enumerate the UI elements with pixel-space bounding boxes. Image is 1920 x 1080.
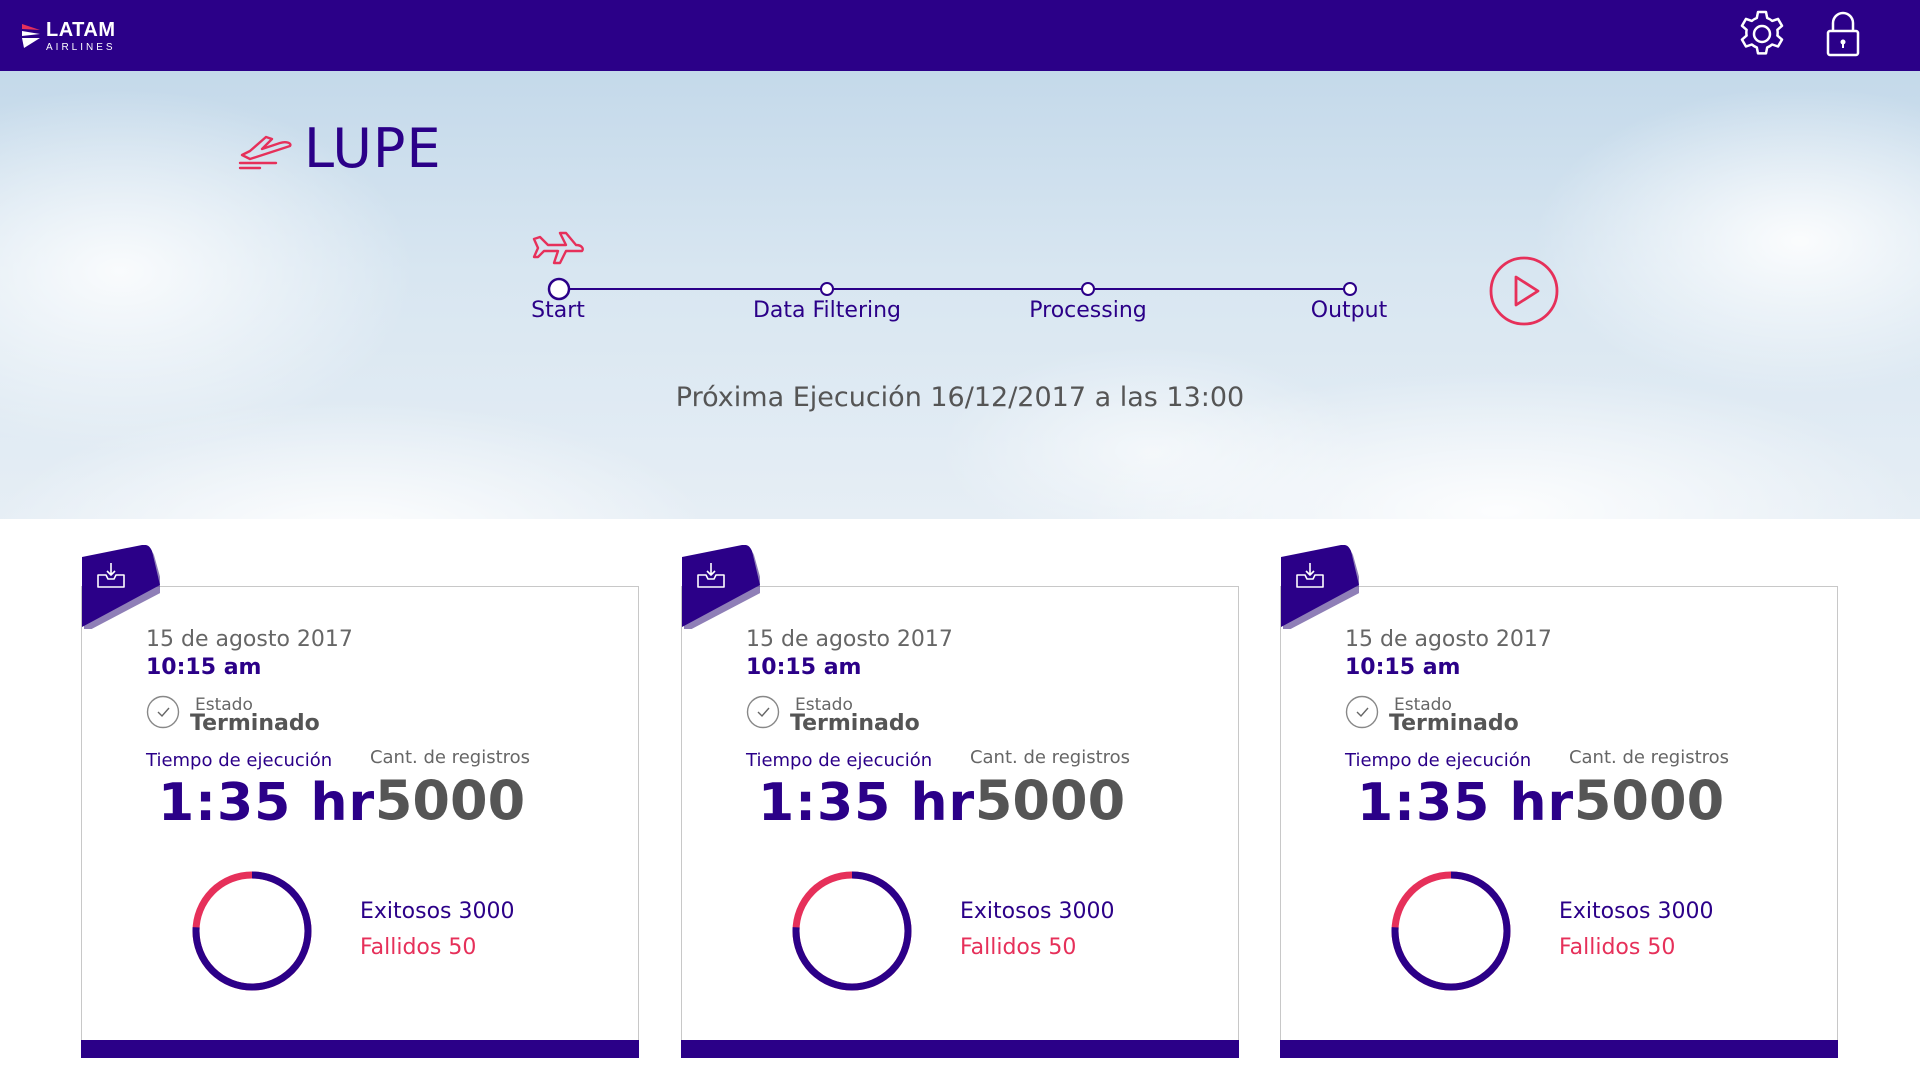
execution-time-label: Tiempo de ejecución: [746, 750, 933, 771]
records-count-value: 5000: [974, 769, 1126, 832]
logo-wordmark: LATAM: [46, 19, 116, 41]
lock-icon: [1826, 11, 1860, 57]
step-processing-label[interactable]: Processing: [1029, 298, 1146, 323]
records-count-label: Cant. de registros: [969, 747, 1131, 768]
execution-time-label: Tiempo de ejecución: [1345, 750, 1532, 771]
download-tab[interactable]: [1279, 545, 1359, 629]
failed-count: Fallidos 50: [1559, 935, 1676, 960]
execution-time-label: Tiempo de ejecución: [146, 750, 333, 771]
results-donut-chart: [1391, 871, 1511, 991]
card-footer-bar: [1280, 1040, 1838, 1058]
check-circle-icon: [146, 695, 180, 729]
download-tab[interactable]: [80, 545, 160, 629]
card-date: 15 de agosto 2017: [1345, 627, 1552, 652]
records-count-label: Cant. de registros: [1568, 747, 1730, 768]
gear-icon: [1740, 10, 1784, 55]
step-start-dot[interactable]: [547, 277, 571, 301]
settings-button[interactable]: [1734, 6, 1790, 62]
success-count: Exitosos 3000: [960, 899, 1115, 924]
card-time: 10:15 am: [746, 655, 862, 680]
play-icon: [1514, 275, 1540, 307]
failed-count: Fallidos 50: [960, 935, 1077, 960]
status-badge: Terminado: [1389, 711, 1519, 736]
step-data-filtering-label[interactable]: Data Filtering: [753, 298, 901, 323]
check-circle-icon: [1345, 695, 1379, 729]
hero-banner: LUPE Start Data Filtering Processing Out…: [0, 71, 1920, 519]
lock-button[interactable]: [1815, 6, 1871, 62]
results-donut-chart: [192, 871, 312, 991]
execution-card: 15 de agosto 2017 10:15 am Estado Termin…: [81, 545, 639, 1058]
play-button[interactable]: [1488, 255, 1560, 327]
card-time: 10:15 am: [1345, 655, 1461, 680]
step-output-label[interactable]: Output: [1311, 298, 1387, 323]
status-badge: Terminado: [190, 711, 320, 736]
next-run-text: Próxima Ejecución 16/12/2017 a las 13:00: [675, 382, 1245, 413]
step-processing-dot[interactable]: [1081, 282, 1095, 296]
card-footer-bar: [681, 1040, 1239, 1058]
step-output-dot[interactable]: [1343, 282, 1357, 296]
results-donut-chart: [792, 871, 912, 991]
failed-count: Fallidos 50: [360, 935, 477, 960]
top-bar: LATAM AIRLINES: [0, 0, 1920, 71]
download-tab[interactable]: [680, 545, 760, 629]
records-count-value: 5000: [1573, 769, 1725, 832]
step-start-label[interactable]: Start: [531, 298, 585, 323]
latam-logo-icon: [22, 24, 40, 48]
pipeline-track: [547, 277, 1357, 301]
logo-subtitle: AIRLINES: [46, 42, 116, 53]
success-count: Exitosos 3000: [360, 899, 515, 924]
records-count-label: Cant. de registros: [369, 747, 531, 768]
check-circle-icon: [746, 695, 780, 729]
card-date: 15 de agosto 2017: [146, 627, 353, 652]
latam-logo[interactable]: LATAM AIRLINES: [20, 20, 116, 53]
execution-card: 15 de agosto 2017 10:15 am Estado Termin…: [1280, 545, 1838, 1058]
step-data-filtering-dot[interactable]: [820, 282, 834, 296]
card-footer-bar: [81, 1040, 639, 1058]
execution-card: 15 de agosto 2017 10:15 am Estado Termin…: [681, 545, 1239, 1058]
status-badge: Terminado: [790, 711, 920, 736]
success-count: Exitosos 3000: [1559, 899, 1714, 924]
records-count-value: 5000: [374, 769, 526, 832]
card-date: 15 de agosto 2017: [746, 627, 953, 652]
card-time: 10:15 am: [146, 655, 262, 680]
